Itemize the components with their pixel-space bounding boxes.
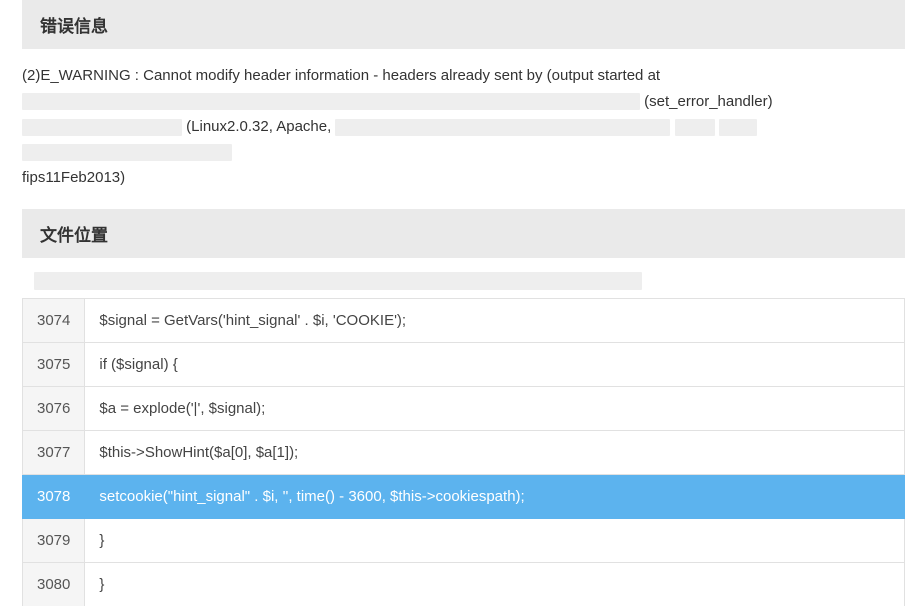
code-row: 3079} <box>23 518 905 562</box>
error-fips-text: fips11Feb2013) <box>22 169 125 186</box>
code-cell: $this->ShowHint($a[0], $a[1]); <box>85 430 905 474</box>
error-message-block: (2)E_WARNING : Cannot modify header info… <box>0 49 913 209</box>
error-apache-text: (Linux2.0.32, Apache, <box>182 118 331 135</box>
line-number: 3080 <box>23 562 85 606</box>
code-cell: $a = explode('|', $signal); <box>85 386 905 430</box>
line-number: 3074 <box>23 298 85 342</box>
code-row: 3075if ($signal) { <box>23 342 905 386</box>
line-number: 3075 <box>23 342 85 386</box>
code-cell: $signal = GetVars('hint_signal' . $i, 'C… <box>85 298 905 342</box>
code-listing-table: 3074$signal = GetVars('hint_signal' . $i… <box>22 298 905 606</box>
line-number: 3077 <box>23 430 85 474</box>
file-location-header: 文件位置 <box>22 209 905 258</box>
line-number: 3076 <box>23 386 85 430</box>
code-cell: } <box>85 518 905 562</box>
code-row: 3078setcookie("hint_signal" . $i, '', ti… <box>23 474 905 518</box>
error-handler-text: (set_error_handler) <box>644 93 772 110</box>
redacted-segment <box>335 119 670 136</box>
redacted-segment <box>675 119 715 136</box>
line-number: 3078 <box>23 474 85 518</box>
code-row: 3076$a = explode('|', $signal); <box>23 386 905 430</box>
code-cell: } <box>85 562 905 606</box>
redacted-segment <box>719 119 757 136</box>
error-info-header: 错误信息 <box>22 0 905 49</box>
code-cell: setcookie("hint_signal" . $i, '', time()… <box>85 474 905 518</box>
code-row: 3074$signal = GetVars('hint_signal' . $i… <box>23 298 905 342</box>
line-number: 3079 <box>23 518 85 562</box>
redacted-file-path <box>34 272 642 290</box>
code-row: 3077$this->ShowHint($a[0], $a[1]); <box>23 430 905 474</box>
redacted-path <box>22 93 640 110</box>
code-cell: if ($signal) { <box>85 342 905 386</box>
code-row: 3080} <box>23 562 905 606</box>
redacted-segment <box>22 144 232 161</box>
redacted-segment <box>22 119 182 136</box>
error-text-prefix: (2)E_WARNING : Cannot modify header info… <box>22 67 660 84</box>
